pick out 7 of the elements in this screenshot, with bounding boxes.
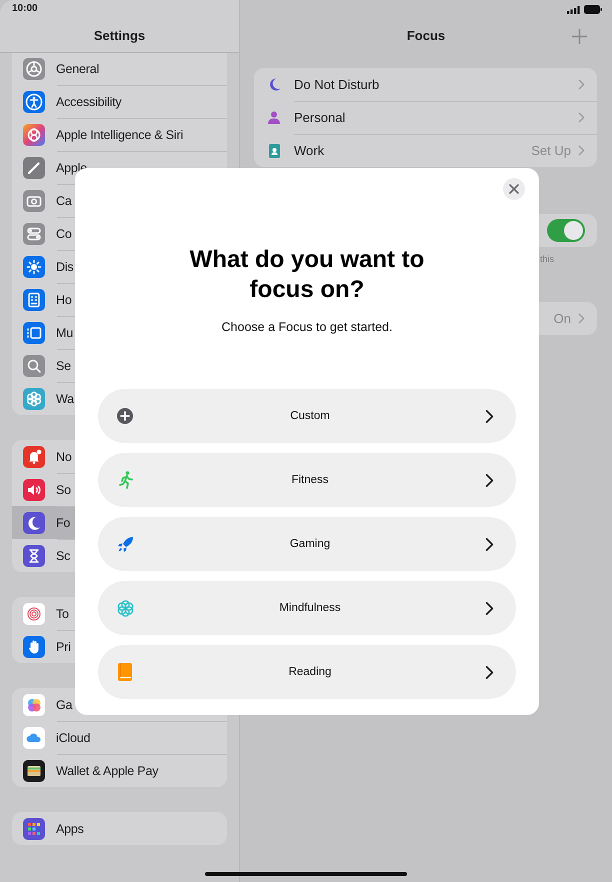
sidebar-title: Settings	[92, 28, 146, 43]
row-value: Set Up	[531, 143, 571, 158]
caption-text: this	[540, 254, 554, 264]
sheet-subtitle: Choose a Focus to get started.	[220, 320, 394, 334]
status-time: 10:00	[12, 3, 38, 14]
sheet-title: What do you want to focus on?	[188, 245, 426, 305]
pane-title: Focus	[406, 28, 446, 43]
